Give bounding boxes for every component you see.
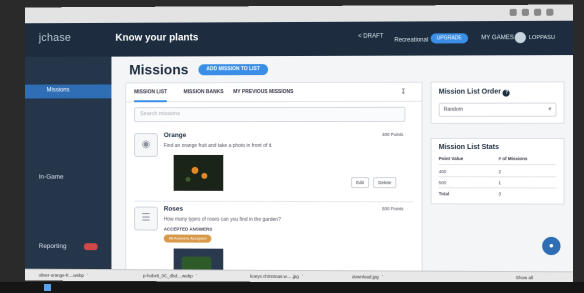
mission-title: Orange <box>163 132 187 140</box>
menu-icon[interactable] <box>546 8 554 16</box>
submission-photo[interactable] <box>173 248 224 271</box>
chat-icon[interactable]: ● <box>542 236 561 256</box>
submission-photo[interactable] <box>173 154 224 191</box>
stats-header-point-value: Point Value <box>438 156 464 162</box>
search-placeholder: Search missions <box>140 111 180 118</box>
download-item[interactable]: download.jpg ˆ <box>352 274 383 279</box>
mission-order-card: Mission List Order? Random ▾ <box>430 81 565 124</box>
upgrade-button[interactable]: UPGRADE <box>430 33 468 44</box>
order-select[interactable]: Random ▾ <box>438 102 557 117</box>
sidebar: Missions In-Game Reporting <box>25 56 112 282</box>
all-answers-accepted-badge[interactable]: All Answers Accepted <box>163 234 212 243</box>
search-input[interactable]: Search missions <box>134 106 406 123</box>
show-all-downloads-link[interactable]: Show all <box>516 275 533 280</box>
divider <box>438 176 557 178</box>
game-title: Know your plants <box>115 32 199 44</box>
app-logo[interactable]: jchase <box>39 32 71 44</box>
order-title: Mission List Order? <box>439 89 511 97</box>
profile-icon[interactable] <box>534 8 542 16</box>
extension-icon[interactable] <box>509 8 517 16</box>
mission-description: How many types of roses can you find in … <box>163 216 281 223</box>
main-content: Missions ADD MISSION TO LIST MISSION LIS… <box>111 55 573 273</box>
mission-points: 400 Points <box>381 131 404 137</box>
mission-title: Roses <box>163 205 184 213</box>
accepted-answers-label: ACCEPTED ANSWERS <box>163 226 213 232</box>
tab-bar: MISSION LIST MISSION BANKS MY PREVIOUS M… <box>126 82 422 103</box>
download-item[interactable]: p-hobx8_0C_dbd....webp ˆ <box>143 273 197 278</box>
divider <box>438 164 557 166</box>
stats-cell: 2 <box>498 169 502 175</box>
edit-button[interactable]: Edit <box>351 177 369 189</box>
order-selected-value: Random <box>443 106 463 113</box>
game-mode: Recreational <box>394 37 429 44</box>
star-icon[interactable] <box>521 8 529 16</box>
delete-button[interactable]: Delete <box>373 177 397 189</box>
windows-start-icon[interactable] <box>44 284 51 291</box>
sidebar-item-reporting[interactable]: Reporting <box>39 243 67 250</box>
chevron-down-icon: ▾ <box>548 106 552 113</box>
stats-cell: Total <box>438 191 450 197</box>
divider <box>438 187 557 189</box>
user-menu[interactable]: LOPPASU <box>529 35 555 41</box>
text-mission-icon: ☰ <box>134 206 158 231</box>
sidebar-item-label: Missions <box>46 87 70 94</box>
add-mission-button[interactable]: ADD MISSION TO LIST <box>198 64 268 76</box>
sidebar-item-in-game[interactable]: In-Game <box>39 174 64 181</box>
stats-title: Mission List Stats <box>438 144 499 152</box>
download-item[interactable]: oliver-orange-fr....webp ˆ <box>39 273 89 278</box>
stats-header-count: # of Missions <box>498 156 528 162</box>
draft-status[interactable]: < DRAFT <box>358 34 383 40</box>
page-title: Missions <box>129 61 189 78</box>
mission-list-card: MISSION LIST MISSION BANKS MY PREVIOUS M… <box>125 81 423 273</box>
my-games-link[interactable]: MY GAMES <box>481 35 514 41</box>
list-item[interactable]: ◉ Orange 400 Points Find an orange fruit… <box>134 128 414 203</box>
camera-icon: ◉ <box>134 133 158 157</box>
download-item[interactable]: koeys christmas.w.....jpg ˆ <box>250 274 303 279</box>
download-icon[interactable]: ↧ <box>400 88 406 96</box>
list-item[interactable]: ☰ Roses 500 Points How many types of ros… <box>134 203 413 272</box>
screen: jchase Know your plants < DRAFT Recreati… <box>25 4 573 284</box>
new-badge <box>83 243 98 251</box>
tab-previous-missions[interactable]: MY PREVIOUS MISSIONS <box>233 89 293 95</box>
tab-mission-banks[interactable]: MISSION BANKS <box>184 89 224 95</box>
mission-description: Find an orange fruit and take a photo in… <box>163 143 273 149</box>
avatar[interactable] <box>514 32 526 44</box>
help-icon[interactable]: ? <box>502 89 511 97</box>
mission-points: 500 Points <box>381 206 404 212</box>
sidebar-item-missions[interactable]: Missions <box>25 84 112 99</box>
stats-cell: 500 <box>438 180 447 186</box>
stats-cell: 3 <box>498 191 502 197</box>
app-header: jchase Know your plants < DRAFT Recreati… <box>25 20 573 57</box>
stats-cell: 400 <box>438 169 447 175</box>
stats-cell: 1 <box>498 180 502 186</box>
tab-mission-list[interactable]: MISSION LIST <box>134 89 168 103</box>
mission-stats-card: Mission List Stats Point Value # of Miss… <box>430 137 565 205</box>
taskbar <box>0 282 584 293</box>
